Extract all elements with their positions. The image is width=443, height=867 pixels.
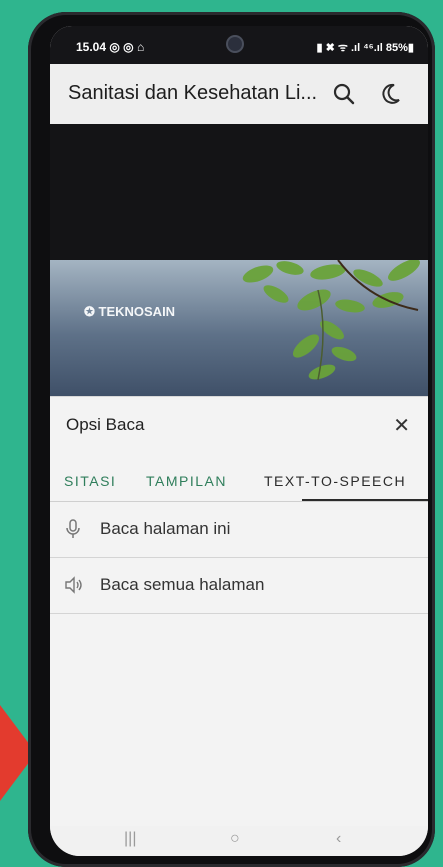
home-button[interactable]: ○: [230, 830, 240, 848]
option-read-all-pages[interactable]: Baca semua halaman: [50, 559, 428, 614]
reading-options-sheet: Opsi Baca ✕ SITASI TAMPILAN TEXT-TO-SPEE…: [50, 396, 428, 827]
microphone-icon: [64, 519, 82, 539]
close-icon[interactable]: ✕: [393, 413, 410, 438]
tab-text-to-speech[interactable]: TEXT-TO-SPEECH: [264, 473, 406, 489]
back-button[interactable]: ‹: [336, 830, 341, 848]
system-nav-bar: ||| ○ ‹: [50, 826, 428, 856]
content-dark-area: [50, 124, 428, 260]
option-label: Baca semua halaman: [100, 575, 265, 594]
status-time: 15.04 ◎ ◎ ⌂: [76, 40, 145, 54]
moon-icon[interactable]: [376, 80, 404, 108]
option-read-this-page[interactable]: Baca halaman ini: [50, 503, 428, 558]
phone-screen: 15.04 ◎ ◎ ⌂ ▮ ✖ ᯤ .ıl ⁴⁶.ıl 85%▮ Sanitas…: [50, 26, 428, 856]
recent-apps-button[interactable]: |||: [124, 830, 136, 848]
sheet-title: Opsi Baca: [66, 415, 145, 434]
active-tab-indicator: [302, 499, 428, 501]
app-bar: Sanitasi dan Kesehatan Li...: [50, 64, 428, 124]
status-bar: 15.04 ◎ ◎ ⌂ ▮ ✖ ᯤ .ıl ⁴⁶.ıl 85%▮: [50, 26, 428, 64]
page-title: Sanitasi dan Kesehatan Li...: [68, 82, 318, 104]
option-label: Baca halaman ini: [100, 519, 231, 538]
leaves-illustration: [242, 260, 420, 381]
article-banner-image: ✪ TEKNOSAIN: [50, 260, 428, 396]
tab-tampilan[interactable]: TAMPILAN: [146, 473, 227, 489]
tab-bar: SITASI TAMPILAN TEXT-TO-SPEECH: [50, 465, 428, 502]
speaker-icon: [64, 575, 82, 595]
search-icon[interactable]: [330, 80, 358, 108]
front-camera: [228, 37, 242, 51]
status-system-icons: ▮ ✖ ᯤ .ıl ⁴⁶.ıl 85%▮: [316, 42, 414, 54]
banner-brand-logo: ✪ TEKNOSAIN: [84, 304, 176, 319]
tab-sitasi[interactable]: SITASI: [64, 473, 116, 489]
